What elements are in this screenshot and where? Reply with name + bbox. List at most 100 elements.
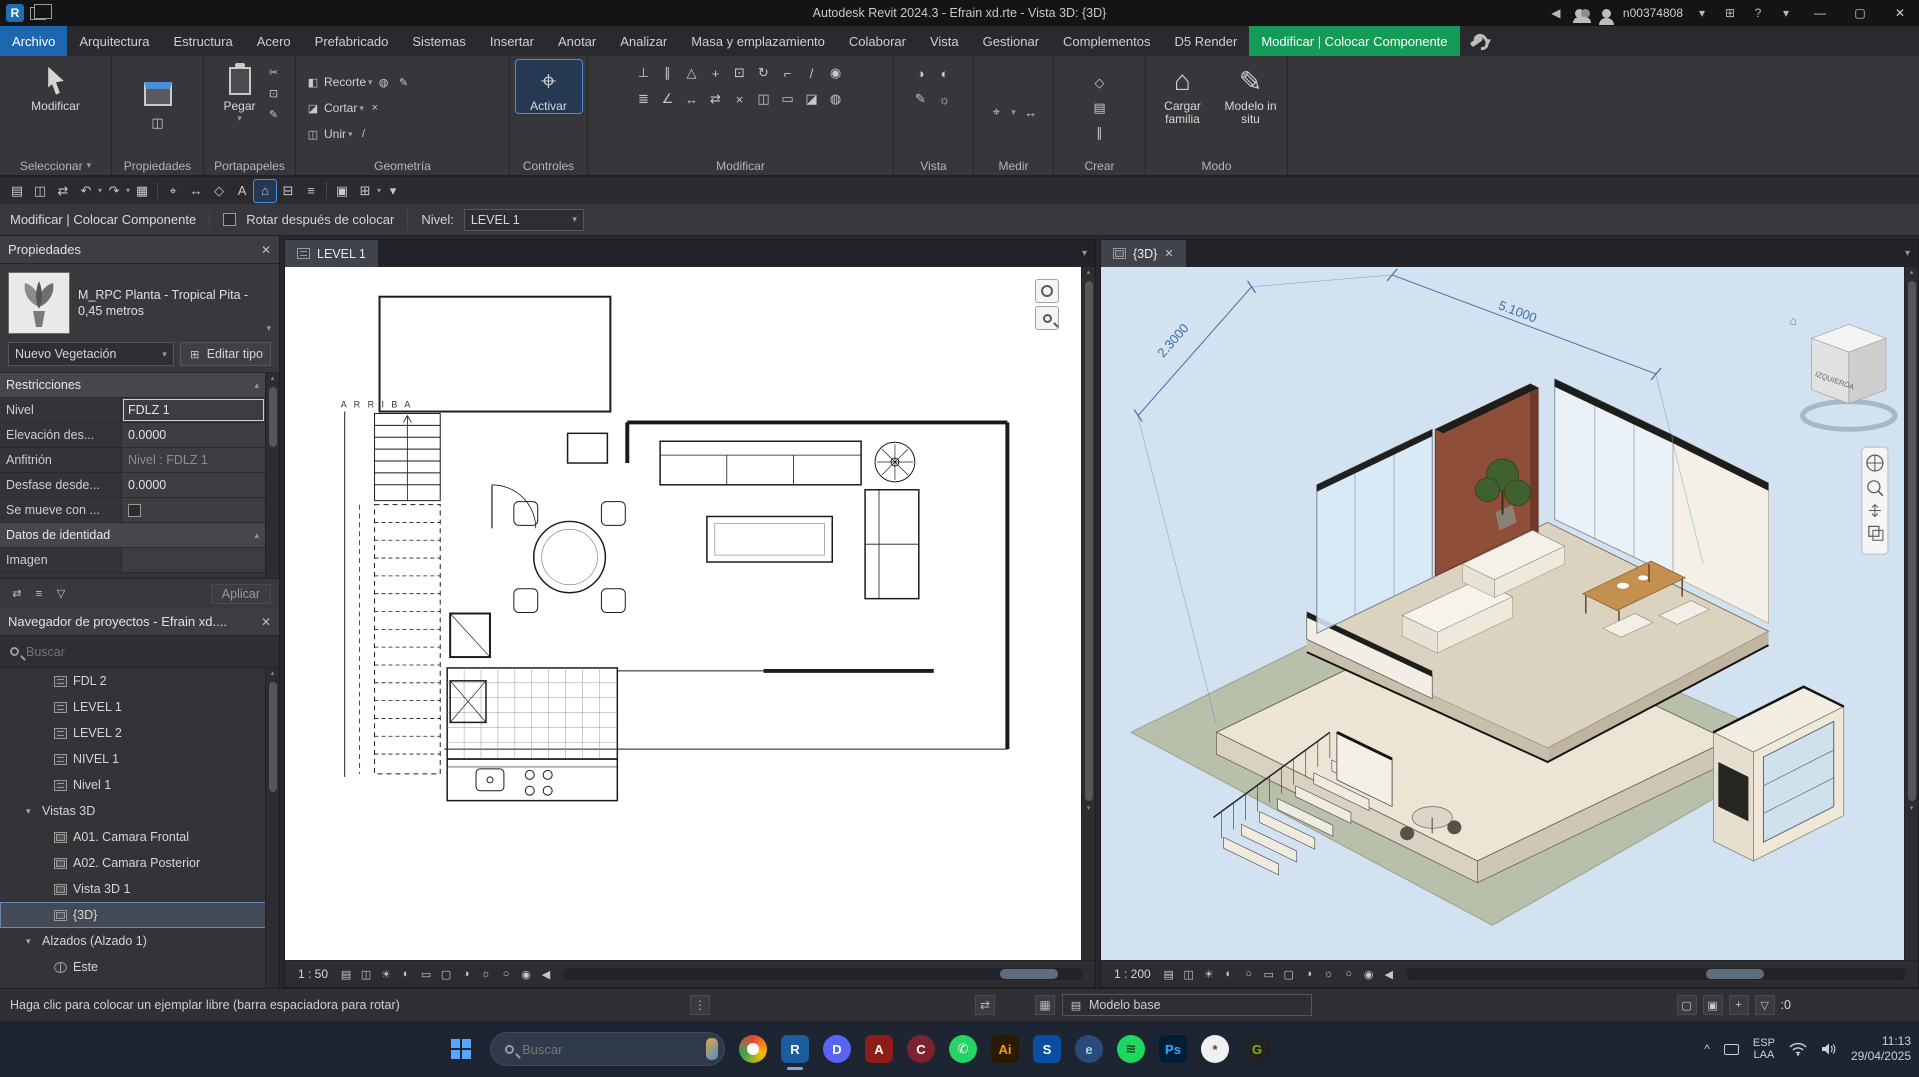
- close-view-icon[interactable]: ✕: [1164, 247, 1173, 260]
- edit-type-button[interactable]: ⊞ Editar tipo: [179, 342, 271, 366]
- detail-level-icon[interactable]: ▤: [337, 965, 355, 983]
- tree-item-nivel1-upper[interactable]: NIVEL 1: [0, 746, 279, 772]
- exclude-options-icon[interactable]: ▣: [1702, 995, 1723, 1015]
- scrollbar-thumb[interactable]: [1907, 281, 1916, 801]
- pin-icon[interactable]: ◉: [825, 62, 847, 84]
- temporary-hide-icon[interactable]: ◑: [457, 965, 475, 983]
- hide-elements-icon[interactable]: ◑: [910, 62, 932, 84]
- plan-horizontal-scrollbar[interactable]: [563, 968, 1083, 980]
- reveal-hidden-icon[interactable]: ☼: [477, 965, 495, 983]
- thin-lines-icon[interactable]: ≡: [300, 180, 322, 202]
- section-restricciones[interactable]: Restricciones ▴: [0, 373, 265, 398]
- project-browser-header[interactable]: Navegador de proyectos - Efrain xd.... ✕: [0, 608, 279, 636]
- create-group-icon[interactable]: ◇: [1089, 72, 1111, 94]
- tree-item-3d-default[interactable]: {3D}: [0, 902, 279, 928]
- plan-view-tab[interactable]: LEVEL 1: [285, 240, 378, 267]
- view-3d-canvas[interactable]: 2.3000 5.1000 IZQUIERDA ⌂: [1101, 267, 1904, 960]
- split-icon[interactable]: /: [801, 62, 823, 84]
- render-icon[interactable]: ○: [1240, 965, 1258, 983]
- rotate-icon[interactable]: ↻: [753, 62, 775, 84]
- customize-qat-icon[interactable]: ▾: [382, 180, 404, 202]
- illustrator-icon[interactable]: Ai: [991, 1035, 1019, 1063]
- revit-taskbar-icon[interactable]: R: [781, 1035, 809, 1070]
- property-value[interactable]: FDLZ 1: [122, 398, 265, 422]
- help-icon[interactable]: ?: [1749, 6, 1767, 20]
- cope-icon[interactable]: ◧: [304, 73, 322, 91]
- measure-icon[interactable]: ⌖: [162, 180, 184, 202]
- visual-style-icon[interactable]: ◫: [357, 965, 375, 983]
- open-icon[interactable]: ▤: [6, 180, 28, 202]
- type-selector-caret-icon[interactable]: ▾: [266, 323, 271, 334]
- scrollbar-thumb[interactable]: [1705, 969, 1764, 979]
- tab-sistemas[interactable]: Sistemas: [400, 26, 477, 56]
- spotify-icon[interactable]: ≋: [1117, 1035, 1145, 1063]
- scrollbar-thumb[interactable]: [1084, 281, 1093, 801]
- panel-label-seleccionar[interactable]: Seleccionar ▾: [0, 156, 111, 175]
- tree-item-este[interactable]: Este: [0, 954, 279, 980]
- search-input[interactable]: [26, 644, 269, 659]
- expand-icon[interactable]: ▾: [26, 806, 36, 817]
- maximize-button[interactable]: ▢: [1845, 0, 1875, 26]
- language-indicator[interactable]: ESP LAA: [1753, 1037, 1775, 1061]
- detail-level-icon[interactable]: ▤: [1160, 965, 1178, 983]
- tree-node-vistas-3d[interactable]: ▾ Vistas 3D: [0, 798, 279, 824]
- whatsapp-icon[interactable]: ✆: [949, 1035, 977, 1063]
- crop-view-icon[interactable]: ▭: [1260, 965, 1278, 983]
- cut-icon[interactable]: ✂: [265, 63, 283, 81]
- section-icon[interactable]: ⊟: [277, 180, 299, 202]
- join-icon[interactable]: ◫: [753, 88, 775, 110]
- tree-item-nivel1[interactable]: Nivel 1: [0, 772, 279, 798]
- editable-only-icon[interactable]: ▢: [1676, 995, 1697, 1015]
- ribbon-display-toggle[interactable]: ▾: [1460, 26, 1502, 56]
- crop-region-icon[interactable]: ▢: [437, 965, 455, 983]
- sun-path-icon[interactable]: ☀: [377, 965, 395, 983]
- worksharing-status-icon[interactable]: ⇄: [975, 995, 995, 1015]
- properties-palette-icon[interactable]: [143, 82, 172, 106]
- close-inactive-windows-icon[interactable]: ▣: [331, 180, 353, 202]
- trim-icon[interactable]: ⌐: [777, 62, 799, 84]
- side-panel-icon[interactable]: [1723, 1043, 1739, 1055]
- account-icon[interactable]: [1598, 8, 1614, 25]
- array-icon[interactable]: ≣: [633, 88, 655, 110]
- close-button[interactable]: ✕: [1885, 0, 1915, 26]
- crop-view-icon[interactable]: ▭: [417, 965, 435, 983]
- cope-caret-icon[interactable]: ▾: [368, 77, 373, 88]
- view-3d-horizontal-scrollbar[interactable]: [1405, 968, 1906, 980]
- sync-central-icon[interactable]: ⇄: [52, 180, 74, 202]
- undo-caret-icon[interactable]: ▾: [98, 186, 102, 195]
- measure-tool-icon[interactable]: ⌖: [985, 101, 1007, 123]
- dimension-tool-icon[interactable]: ↔: [1020, 101, 1042, 123]
- volume-icon[interactable]: [1821, 1042, 1837, 1056]
- editing-requests-icon[interactable]: ⋮: [690, 995, 710, 1015]
- demolish-icon[interactable]: ×: [366, 99, 384, 117]
- print-icon[interactable]: ▦: [131, 180, 153, 202]
- zoom-icon[interactable]: [1035, 306, 1059, 330]
- view-3d-vertical-scrollbar[interactable]: ▴ ▾: [1904, 267, 1918, 960]
- panel-label-modo[interactable]: Modo: [1146, 156, 1287, 175]
- panel-label-portapapeles[interactable]: Portapapeles: [204, 156, 295, 175]
- taskbar-search-input[interactable]: [522, 1041, 698, 1057]
- username[interactable]: n00374808: [1623, 6, 1683, 20]
- collapse-icon[interactable]: ▴: [254, 380, 259, 391]
- search-collapse-icon[interactable]: ◀: [1547, 6, 1565, 20]
- account-caret-icon[interactable]: ▾: [1693, 6, 1711, 20]
- photoshop-icon[interactable]: Ps: [1159, 1035, 1187, 1063]
- tab-complementos[interactable]: Complementos: [1051, 26, 1162, 56]
- scrollbar-thumb[interactable]: [268, 387, 277, 447]
- tray-expand-icon[interactable]: ^: [1704, 1042, 1710, 1056]
- revit-logo-icon[interactable]: R: [6, 4, 24, 22]
- tag-icon[interactable]: ◇: [208, 180, 230, 202]
- expand-icon[interactable]: ▾: [26, 936, 36, 947]
- panel-label-crear[interactable]: Crear: [1054, 156, 1145, 175]
- panel-label-medir[interactable]: Medir: [974, 156, 1053, 175]
- create-assembly-icon[interactable]: ∥: [1089, 122, 1111, 144]
- navigation-wheel-icon[interactable]: [1035, 279, 1059, 303]
- plan-scale[interactable]: 1 : 50: [291, 966, 335, 982]
- shadows-icon[interactable]: ◐: [1220, 965, 1238, 983]
- properties-header[interactable]: Propiedades ✕: [0, 236, 279, 264]
- moves-with-grids-checkbox[interactable]: [128, 503, 141, 517]
- load-family-button[interactable]: ⌂ Cargar familia: [1150, 60, 1216, 126]
- save-icon[interactable]: ◫: [29, 180, 51, 202]
- extend-icon[interactable]: ↔: [681, 88, 703, 110]
- tab-gestionar[interactable]: Gestionar: [971, 26, 1051, 56]
